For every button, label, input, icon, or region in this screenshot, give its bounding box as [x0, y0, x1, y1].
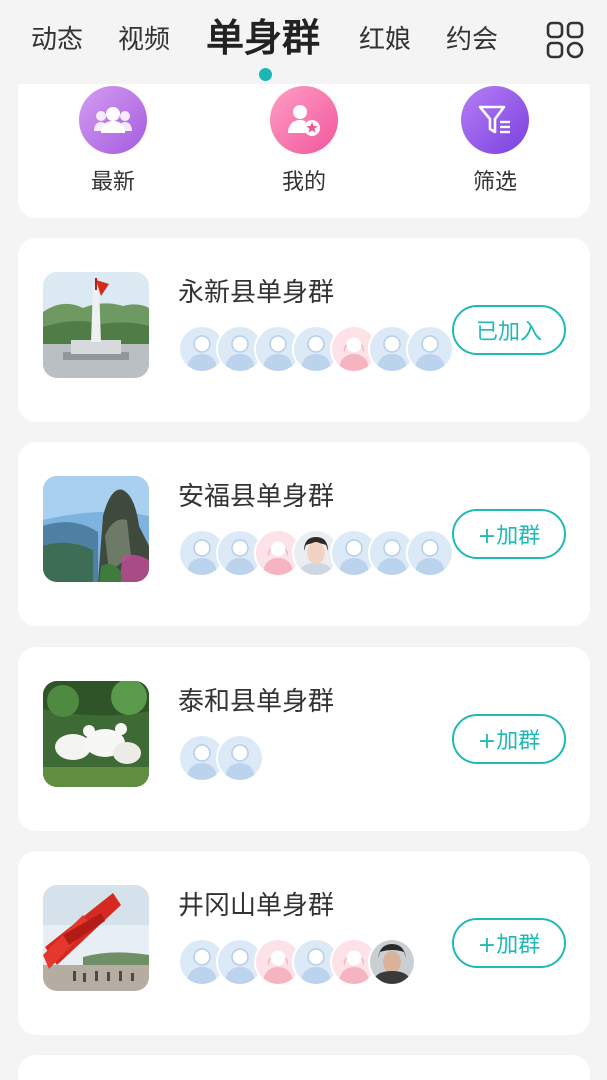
group-name: 井冈山单身群	[178, 891, 335, 921]
tab-dating[interactable]: 约会	[446, 20, 498, 60]
group-card[interactable]: 永新县单身群 已加入	[18, 238, 590, 422]
filter-latest[interactable]: 最新	[63, 86, 163, 196]
filter-mine-label: 我的	[281, 170, 326, 195]
tab-matchmaker[interactable]: 红娘	[359, 20, 411, 60]
avatar-male-placeholder	[406, 529, 454, 577]
group-thumbnail	[43, 681, 149, 787]
group-name: 安福县单身群	[178, 482, 335, 512]
group-card[interactable]: 安福县单身群 +加群	[18, 442, 590, 626]
group-card-partial[interactable]	[18, 1055, 590, 1080]
filter-icon	[461, 86, 529, 154]
filter-screen-label: 筛选	[472, 170, 517, 195]
group-thumbnail	[43, 476, 149, 582]
tab-singles-group[interactable]: 单身群	[206, 12, 320, 64]
active-tab-indicator	[259, 68, 272, 81]
group-thumbnail	[43, 272, 149, 378]
avatar-male-placeholder	[406, 325, 454, 373]
group-card[interactable]: 井冈山单身群 +加群	[18, 851, 590, 1035]
filter-mine[interactable]: 我的	[254, 86, 354, 196]
avatar-male-placeholder	[216, 734, 264, 782]
grid-icon[interactable]	[546, 21, 584, 59]
group-name: 泰和县单身群	[178, 687, 335, 717]
join-group-button[interactable]: +加群	[452, 714, 566, 764]
avatar-photo	[368, 938, 416, 986]
group-card[interactable]: 泰和县单身群 +加群	[18, 647, 590, 831]
user-star-icon	[270, 86, 338, 154]
tab-video[interactable]: 视频	[118, 20, 170, 60]
filter-card: 最新 我的 筛选	[18, 84, 590, 218]
filter-latest-label: 最新	[90, 170, 135, 195]
join-group-button[interactable]: +加群	[452, 918, 566, 968]
join-group-button[interactable]: +加群	[452, 509, 566, 559]
tab-dongtai[interactable]: 动态	[31, 20, 83, 60]
top-nav: 动态 视频 单身群 红娘 约会	[0, 0, 607, 84]
group-thumbnail	[43, 885, 149, 991]
group-name: 永新县单身群	[178, 278, 335, 308]
joined-button[interactable]: 已加入	[452, 305, 566, 355]
filter-screen[interactable]: 筛选	[445, 86, 545, 196]
users-icon	[79, 86, 147, 154]
